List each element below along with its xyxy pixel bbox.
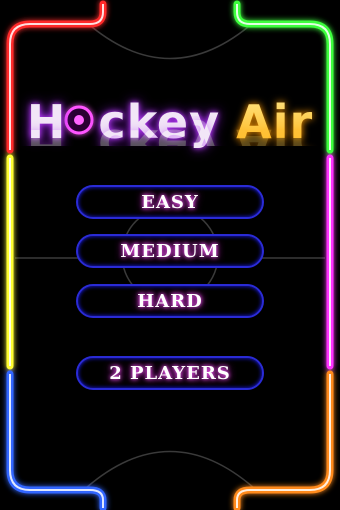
game-board: Hckey Air Hckey Air EASY MEDIUM HARD 2 PLA… (0, 0, 340, 510)
hard-button[interactable]: HARD (76, 284, 264, 318)
top-goal-crease (85, 21, 255, 60)
easy-button[interactable]: EASY (76, 185, 264, 219)
title-hockey-rest: ckey (98, 95, 221, 149)
title-air: Air (236, 92, 313, 152)
hard-button-label: HARD (137, 290, 203, 312)
game-title: Hckey Air (0, 92, 340, 152)
rail-bottom-left (6, 370, 107, 510)
two-players-button[interactable]: 2 PLAYERS (76, 356, 264, 390)
medium-button-label: MEDIUM (120, 240, 220, 262)
bottom-goal-crease (85, 450, 255, 489)
title-hockey: Hckey (27, 92, 220, 152)
medium-button[interactable]: MEDIUM (76, 234, 264, 268)
two-players-button-label: 2 PLAYERS (109, 362, 231, 384)
title-letter-h: H (26, 95, 67, 149)
easy-button-label: EASY (141, 191, 199, 213)
rail-bottom-right (233, 370, 334, 510)
